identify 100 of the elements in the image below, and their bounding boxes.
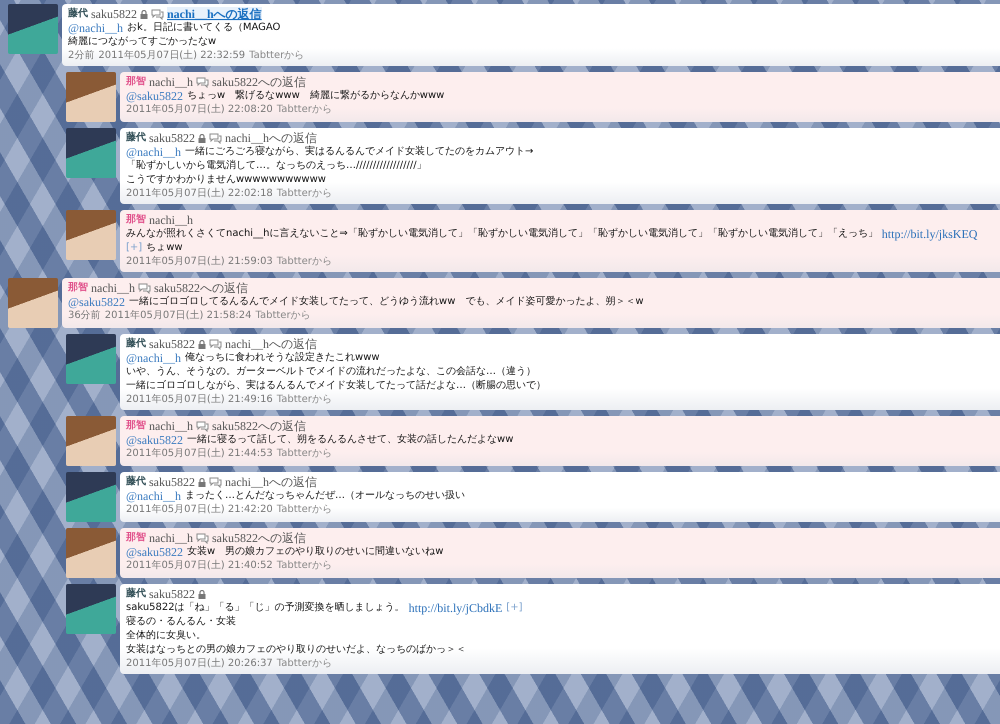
user-handle: nachi__h [149,531,193,545]
tweet-text: こうですかわかりませんwwwwwwwwwww [126,173,326,187]
avatar-placeholder[interactable] [66,584,116,634]
tweet-timestamp: 2011年05月07日(土) 21:40:52 [126,559,273,573]
source-link[interactable]: Tabtterから [276,103,332,117]
url-link[interactable]: http://bit.ly/jksKEQ [882,227,978,241]
reply-to-link[interactable]: saku5822への返信 [212,75,306,89]
display-name: 那智 [126,213,146,227]
reply-to-link[interactable]: saku5822への返信 [212,531,306,545]
display-name: 藤代 [126,337,146,351]
tweet-text: まったく…とんだなっちゃんだぜ…（オールなっちのせい扱い [185,489,466,503]
user-handle: nachi__h [149,213,193,227]
tweet-timestamp: 2011年05月07日(土) 21:44:53 [126,447,273,461]
avatar-placeholder[interactable] [66,528,116,578]
reply-to-link[interactable]: nachi__hへの返信 [225,475,317,489]
tweet-text: ちょっw 繋げるなwww 綺麗に繋がるからなんかwww [187,89,444,103]
tweet-timestamp: 2011年05月07日(土) 20:26:37 [126,657,273,671]
reply-to-link[interactable]: saku5822への返信 [154,281,248,295]
tweet-text: 一緒にゴロゴロしながら、実はるんるんでメイド女装してたって話だよな…（断腸の思いで） [126,379,546,393]
tweet-timestamp: 2011年05月07日(土) 21:42:20 [126,503,273,517]
speech-bubble-icon [196,420,209,432]
avatar-placeholder[interactable] [66,128,116,178]
lock-icon [140,10,148,18]
reply-to-link[interactable]: saku5822への返信 [212,419,306,433]
display-name: 那智 [126,419,146,433]
lock-icon [198,340,206,348]
user-handle: saku5822 [149,337,195,351]
tweet-timestamp: 2011年05月07日(土) 22:08:20 [126,103,273,117]
expand-link[interactable]: [+] [126,241,142,255]
mention-link[interactable]: @nachi__h [126,145,182,159]
avatar-placeholder[interactable] [66,334,116,384]
expand-link[interactable]: [+] [506,601,522,615]
tweet-text: 一緒にごろごろ寝ながら、実はるんるんでメイド女装してたのをカムアウト→ [185,145,534,159]
lock-icon [198,478,206,486]
tweet-text: 「恥ずかしいから電気消して…。なっちのえっち…//////////////////」 [126,159,427,173]
tweet-text: saku5822は「ね」「る」「じ」の予測変換を晒しましょう。 [126,601,405,615]
avatar-placeholder[interactable] [66,416,116,466]
speech-bubble-icon [196,532,209,544]
mention-link[interactable]: @nachi__h [68,21,124,35]
user-handle: saku5822 [91,7,137,21]
user-handle: nachi__h [91,281,135,295]
source-link[interactable]: Tabtterから [256,309,311,323]
tweet-age: 2分前 [68,49,94,63]
avatar-placeholder[interactable] [66,210,116,260]
tweet-text: 女装はなっちとの男の娘カフェのやり取りのせいだよ、なっちのばかっ＞＜ [126,643,466,657]
user-handle: saku5822 [149,475,195,489]
reply-to-link[interactable]: nachi__hへの返信 [225,337,317,351]
tweet-text: 俺なっちに食われそうな設定きたこれwww [185,351,380,365]
avatar-placeholder[interactable] [66,472,116,522]
tweet-text: 女装w 男の娘カフェのやり取りのせいに間違いないねw [187,545,444,559]
mention-link[interactable]: @nachi__h [126,489,182,503]
mention-link[interactable]: @saku5822 [126,545,184,559]
user-handle: nachi__h [149,75,193,89]
avatar-placeholder[interactable] [8,4,58,54]
source-link[interactable]: Tabtterから [276,255,332,269]
tweet-age: 36分前 [68,309,101,323]
tweet-text: ちょww [146,241,183,255]
source-link[interactable]: Tabtterから [276,393,332,407]
reply-to-link[interactable]: nachi__hへの返信 [167,7,262,21]
reply-to-link[interactable]: nachi__hへの返信 [225,131,317,145]
display-name: 那智 [68,281,88,295]
source-link[interactable]: Tabtterから [276,447,332,461]
speech-bubble-icon [209,132,222,144]
tweet-timestamp: 2011年05月07日(土) 21:58:24 [104,309,252,323]
mention-link[interactable]: @nachi__h [126,351,182,365]
tweet-timestamp: 2011年05月07日(土) 22:32:59 [98,49,246,63]
mention-link[interactable]: @saku5822 [126,433,184,447]
tweet-text: みんなが照れくさくてnachi__hに言えないこと⇒「恥ずかしい電気消して」「恥ずかしい電気消して」「恥ずかしい電気消して」「恥ずかしい電気消して」「えっち」 [126,227,878,241]
speech-bubble-icon [196,76,209,88]
source-link[interactable]: Tabtterから [276,657,332,671]
tweet-timestamp: 2011年05月07日(土) 21:49:16 [126,393,273,407]
user-handle: nachi__h [149,419,193,433]
source-link[interactable]: Tabtterから [276,559,332,573]
mention-link[interactable]: @saku5822 [68,295,126,309]
lock-icon [198,590,206,598]
source-link[interactable]: Tabtterから [276,503,332,517]
speech-bubble-icon [209,338,222,350]
source-link[interactable]: Tabtterから [276,187,332,201]
mention-link[interactable]: @saku5822 [126,89,184,103]
display-name: 那智 [126,75,146,89]
tweet-timestamp: 2011年05月07日(土) 22:02:18 [126,187,273,201]
speech-bubble-icon [138,282,151,294]
speech-bubble-icon [151,8,164,20]
user-handle: saku5822 [149,131,195,145]
tweet-text: 寝るの・るんるん・女装 [126,615,236,629]
speech-bubble-icon [209,476,222,488]
display-name: 藤代 [126,475,146,489]
avatar-placeholder[interactable] [8,278,58,328]
tweet-timestamp: 2011年05月07日(土) 21:59:03 [126,255,273,269]
lock-icon [198,134,206,142]
url-link[interactable]: http://bit.ly/jCbdkE [408,601,502,615]
display-name: 藤代 [68,7,88,21]
tweet-text: 全体的に女臭い。 [126,629,206,643]
tweet-text: 一緒に寝るって話して、朔をるんるんさせて、女装の話したんだよなww [187,433,514,447]
tweet-text: 一緒にゴロゴロしてるんるんでメイド女装してたって、どうゆう流れww でも、メイド姿可愛かったよ、朔＞＜w [129,295,644,309]
display-name: 藤代 [126,587,146,601]
source-link[interactable]: Tabtterから [249,49,304,63]
avatar-placeholder[interactable] [66,72,116,122]
display-name: 藤代 [126,131,146,145]
tweet-text: おk。日記に書いてくる（MAGAO [127,21,280,35]
